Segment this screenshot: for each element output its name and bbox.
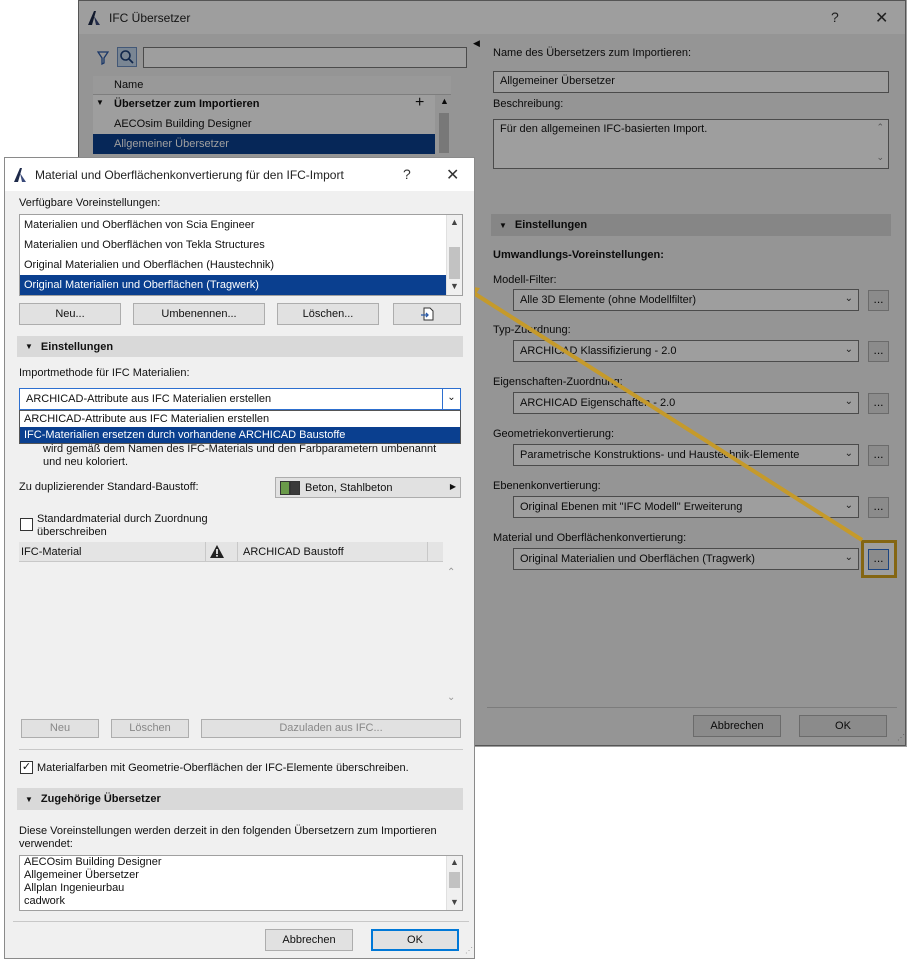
import-preset-button[interactable] — [393, 303, 461, 325]
load-from-ifc-button[interactable]: Dazuladen aus IFC... — [201, 719, 461, 738]
archicad-logo-icon — [14, 167, 26, 182]
related-scrollbar[interactable]: ▲ ▼ — [446, 856, 462, 910]
collapse-triangle-icon: ▼ — [25, 794, 33, 804]
title-bar: Material und Oberflächenkonvertierung fü… — [5, 158, 474, 191]
delete-preset-button[interactable]: Löschen... — [277, 303, 379, 325]
resize-grip-icon[interactable]: ⋰ — [465, 946, 473, 955]
rename-preset-button[interactable]: Umbenennen... — [133, 303, 265, 325]
method-description: wird gemäß dem Namen des IFC-Materials u… — [43, 443, 437, 455]
list-item-selected[interactable]: Original Materialien und Oberflächen (Tr… — [20, 275, 446, 295]
import-method-select[interactable]: ARCHICAD-Attribute aus IFC Materialien e… — [19, 388, 461, 410]
override-default-checkbox[interactable] — [20, 518, 33, 531]
presets-scrollbar[interactable]: ▲ ▼ — [446, 215, 462, 295]
presets-list[interactable]: Materialien und Oberflächen von Scia Eng… — [19, 214, 463, 296]
chevron-down-icon[interactable]: ⌄ — [442, 389, 460, 409]
table-new-button[interactable]: Neu — [21, 719, 99, 738]
import-method-label: Importmethode für IFC Materialien: — [19, 367, 190, 379]
list-item[interactable]: Original Materialien und Oberflächen (Ha… — [20, 255, 462, 275]
dropdown-option[interactable]: ARCHICAD-Attribute aus IFC Materialien e… — [20, 411, 460, 427]
related-description-2: verwendet: — [19, 838, 73, 850]
scroll-down-icon[interactable]: ⌄ — [447, 692, 455, 703]
cancel-button[interactable]: Abbrechen — [265, 929, 353, 951]
column-archicad-material: ARCHICAD Baustoff — [243, 546, 344, 558]
list-item: Allgemeiner Übersetzer — [24, 869, 139, 881]
override-default-label: Standardmaterial durch Zuordnung — [37, 513, 208, 525]
scroll-up-icon[interactable]: ▲ — [450, 857, 459, 867]
overwrite-colors-checkbox[interactable]: ✓ — [20, 761, 33, 774]
scroll-down-icon[interactable]: ▼ — [450, 281, 459, 291]
material-mapping-table[interactable]: IFC-Material ARCHICAD Baustoff ⌃ ⌄ — [19, 542, 461, 712]
available-presets-label: Verfügbare Voreinstellungen: — [19, 197, 161, 209]
scroll-up-icon[interactable]: ▲ — [450, 217, 459, 227]
import-method-dropdown[interactable]: ARCHICAD-Attribute aus IFC Materialien e… — [19, 410, 461, 444]
method-description-2: und neu koloriert. — [43, 456, 128, 468]
duplicate-material-picker[interactable]: Beton, Stahlbeton ▶ — [275, 477, 461, 498]
related-description: Diese Voreinstellungen werden derzeit in… — [19, 825, 437, 837]
settings-section-header[interactable]: ▼ Einstellungen — [17, 336, 463, 357]
chevron-right-icon: ▶ — [449, 482, 456, 491]
list-item[interactable]: Materialien und Oberflächen von Scia Eng… — [20, 215, 462, 235]
override-default-label-2: überschreiben — [37, 526, 107, 538]
help-button[interactable]: ? — [403, 166, 411, 182]
list-item: AECOsim Building Designer — [24, 856, 162, 868]
table-header: IFC-Material ARCHICAD Baustoff — [19, 542, 443, 562]
new-preset-button[interactable]: Neu... — [19, 303, 121, 325]
close-button[interactable]: ✕ — [446, 165, 459, 185]
divider — [13, 921, 469, 922]
scroll-down-icon[interactable]: ▼ — [450, 897, 459, 907]
divider — [19, 749, 463, 750]
import-file-icon — [421, 307, 434, 321]
warning-icon — [210, 545, 224, 558]
scroll-up-icon[interactable]: ⌃ — [447, 567, 455, 578]
material-swatch-icon — [280, 481, 300, 495]
list-item: cadwork — [24, 895, 65, 907]
material-conversion-dialog: Material und Oberflächenkonvertierung fü… — [4, 157, 475, 959]
dialog-title: Material und Oberflächenkonvertierung fü… — [35, 167, 344, 182]
duplicate-material-label: Zu duplizierender Standard-Baustoff: — [19, 481, 199, 493]
related-translators-header[interactable]: ▼ Zugehörige Übersetzer — [17, 788, 463, 810]
collapse-triangle-icon: ▼ — [25, 342, 33, 351]
ok-button[interactable]: OK — [371, 929, 459, 951]
list-item: Allplan Ingenieurbau — [24, 882, 125, 894]
related-translators-list[interactable]: AECOsim Building Designer Allgemeiner Üb… — [19, 855, 463, 911]
dropdown-option-highlighted[interactable]: IFC-Materialien ersetzen durch vorhanden… — [20, 427, 460, 443]
list-item[interactable]: Materialien und Oberflächen von Tekla St… — [20, 235, 462, 255]
table-delete-button[interactable]: Löschen — [111, 719, 189, 738]
column-ifc-material: IFC-Material — [21, 546, 82, 558]
overwrite-colors-label: Materialfarben mit Geometrie-Oberflächen… — [37, 762, 409, 774]
